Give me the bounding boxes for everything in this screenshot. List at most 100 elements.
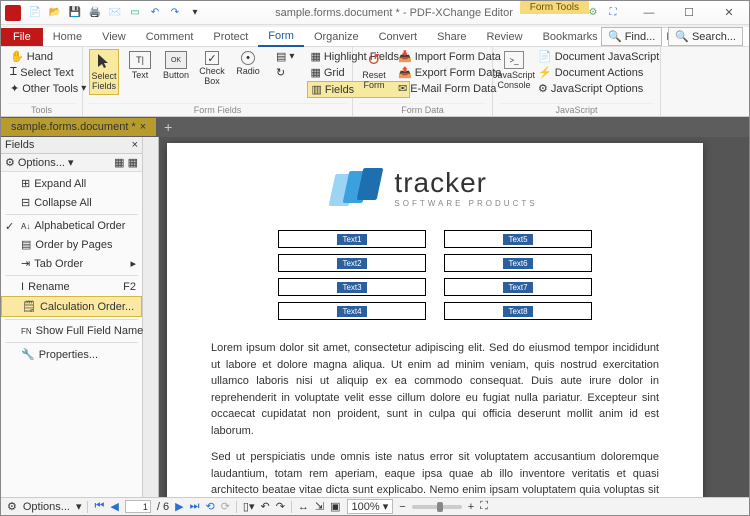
export-form-data[interactable]: 📤Export Form Data [395, 65, 505, 80]
form-field[interactable]: Text5 [444, 230, 592, 248]
new-icon[interactable]: 📄 [27, 5, 43, 21]
prev-page-button[interactable]: ◀ [110, 500, 118, 513]
text-field-button[interactable]: T|Text [125, 49, 155, 83]
keep-mode[interactable]: ↻ [273, 65, 297, 80]
nav-back-button[interactable]: ⟲ [205, 500, 214, 513]
open-icon[interactable]: 📂 [47, 5, 63, 21]
form-field[interactable]: Text6 [444, 254, 592, 272]
expand-all[interactable]: ⊞Expand All [1, 174, 142, 193]
save-icon[interactable]: 💾 [67, 5, 83, 21]
zoom-out-button[interactable]: − [399, 501, 405, 513]
vertical-pane-strip[interactable] [143, 137, 159, 497]
document-page: trackerSOFTWARE PRODUCTS Text1 Text5 Tex… [167, 143, 703, 497]
actual-size-button[interactable]: ▣ [330, 500, 340, 513]
pane-title: Fields [5, 139, 34, 151]
search-button[interactable]: 🔍Search... [668, 27, 743, 46]
page-layout-button[interactable]: ▯▾ [243, 500, 255, 513]
undo-icon[interactable]: ↶ [147, 5, 163, 21]
search-icon: 🔍 [675, 30, 689, 43]
button-field-button[interactable]: OKButton [161, 49, 191, 83]
tab-organize[interactable]: Organize [304, 28, 369, 46]
show-full-names[interactable]: FNShow Full Field Names [1, 322, 142, 340]
zoom-in-button[interactable]: + [468, 501, 474, 513]
rotate-ccw-button[interactable]: ↶ [260, 500, 269, 513]
checkbox-field-button[interactable]: ✓Check Box [197, 49, 227, 89]
pane-options-button[interactable]: ⚙Options...▾▦ ▦ [1, 154, 142, 172]
title-bar: 📄 📂 💾 🖨️ ✉️ ▭ ↶ ↷ ▾ sample.forms.documen… [1, 1, 749, 25]
scan-icon[interactable]: ▭ [127, 5, 143, 21]
tab-order[interactable]: ⇥Tab Order▸ [1, 254, 142, 273]
select-fields-button[interactable]: Select Fields [89, 49, 119, 95]
form-field[interactable]: Text3 [278, 278, 426, 296]
email-icon[interactable]: ✉️ [107, 5, 123, 21]
form-field[interactable]: Text4 [278, 302, 426, 320]
rotate-cw-button[interactable]: ↷ [276, 500, 285, 513]
nav-fwd-button[interactable]: ⟳ [221, 500, 230, 513]
zoom-slider[interactable] [412, 505, 462, 509]
alphabetical-order[interactable]: ✓A↓Alphabetical Order [1, 217, 142, 235]
other-tools-icon: ✦ [10, 82, 19, 95]
page-number-input[interactable] [125, 500, 151, 513]
javascript-options[interactable]: ⚙JavaScript Options [535, 81, 662, 96]
tab-close-icon[interactable]: × [140, 121, 146, 133]
radio-field-button[interactable]: •Radio [233, 49, 263, 79]
status-gear-icon[interactable]: ⚙ [7, 500, 17, 513]
fields-icon: ▥ [311, 83, 321, 96]
fields-pane: Fields × ⚙Options...▾▦ ▦ ⊞Expand All ⊟Col… [1, 137, 143, 497]
tab-convert[interactable]: Convert [369, 28, 428, 46]
document-javascript[interactable]: 📄Document JavaScript [535, 49, 662, 64]
maximize-button[interactable]: ☐ [669, 1, 709, 25]
find-button[interactable]: 🔍Find... [601, 27, 662, 46]
group-label-javascript: JavaScript [499, 103, 654, 116]
status-options[interactable]: Options... [23, 501, 70, 513]
redo-icon[interactable]: ↷ [167, 5, 183, 21]
calculation-order[interactable]: 🗒Calculation Order... [1, 296, 142, 317]
hand-tool[interactable]: ✋Hand [7, 49, 76, 64]
form-field[interactable]: Text7 [444, 278, 592, 296]
first-page-button[interactable]: ⏮ [94, 500, 104, 513]
fit-width-button[interactable]: ↔ [298, 501, 309, 513]
tab-view[interactable]: View [92, 28, 136, 46]
launch-icon[interactable]: ⛶ [605, 5, 621, 21]
select-text-tool[interactable]: ᏆSelect Text [7, 65, 76, 80]
tab-protect[interactable]: Protect [203, 28, 258, 46]
tab-home[interactable]: Home [43, 28, 92, 46]
form-field[interactable]: Text8 [444, 302, 592, 320]
print-icon[interactable]: 🖨️ [87, 5, 103, 21]
zoom-level[interactable]: 100% ▾ [347, 499, 394, 514]
reset-form-button[interactable]: ↺Reset Form [359, 49, 389, 93]
js-options-icon: ⚙ [538, 82, 548, 95]
close-button[interactable]: ✕ [709, 1, 749, 25]
next-page-button[interactable]: ▶ [175, 500, 183, 513]
props-icon: 🔧 [21, 348, 35, 361]
document-tab[interactable]: sample.forms.document *× [1, 118, 156, 136]
import-form-data[interactable]: 📥Import Form Data [395, 49, 505, 64]
qat-dropdown-icon[interactable]: ▾ [187, 5, 203, 21]
tab-comment[interactable]: Comment [136, 28, 204, 46]
file-tab[interactable]: File [1, 28, 43, 46]
email-form-data[interactable]: ✉E-Mail Form Data [395, 81, 505, 96]
pane-close-icon[interactable]: × [132, 139, 138, 151]
rename[interactable]: IRenameF2 [1, 278, 142, 296]
console-icon: >_ [504, 51, 524, 69]
last-page-button[interactable]: ⏭ [190, 500, 200, 513]
tab-share[interactable]: Share [427, 28, 476, 46]
new-tab-button[interactable]: + [156, 119, 180, 135]
minimize-button[interactable]: — [629, 1, 669, 25]
fullscreen-button[interactable]: ⛶ [480, 500, 488, 513]
more-fields-dropdown[interactable]: ▤ ▾ [273, 49, 297, 64]
other-tools[interactable]: ✦Other Tools ▾ [7, 81, 76, 96]
form-field[interactable]: Text1 [278, 230, 426, 248]
document-actions[interactable]: ⚡Document Actions [535, 65, 662, 80]
form-field[interactable]: Text2 [278, 254, 426, 272]
js-console-button[interactable]: >_JavaScript Console [499, 49, 529, 93]
status-bar: ⚙ Options...▾ ⏮ ◀ / 6 ▶ ⏭ ⟲ ⟳ ▯▾ ↶ ↷ ↔ ⇲… [1, 497, 749, 515]
tab-form[interactable]: Form [258, 27, 304, 47]
fit-page-button[interactable]: ⇲ [315, 500, 324, 513]
tab-review[interactable]: Review [476, 28, 532, 46]
properties[interactable]: 🔧Properties... [1, 345, 142, 364]
collapse-all[interactable]: ⊟Collapse All [1, 193, 142, 212]
tab-bookmarks[interactable]: Bookmarks [533, 28, 608, 46]
document-canvas[interactable]: trackerSOFTWARE PRODUCTS Text1 Text5 Tex… [143, 137, 749, 497]
order-by-pages[interactable]: ▤Order by Pages [1, 235, 142, 254]
